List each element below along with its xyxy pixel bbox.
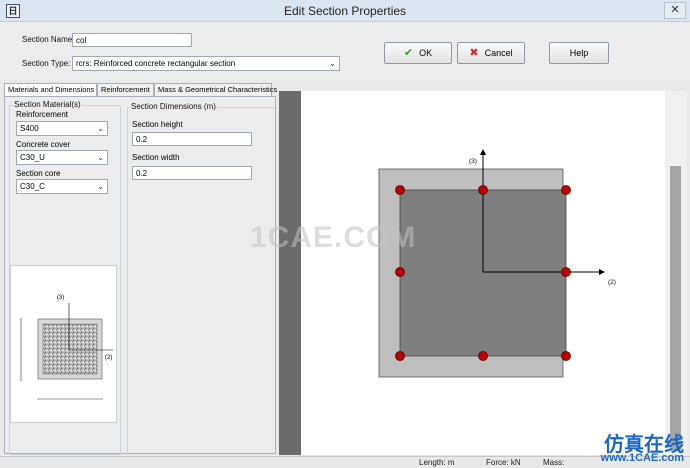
ok-button[interactable]: ✔ OK bbox=[384, 42, 452, 64]
section-type-value: rcrs: Reinforced concrete rectangular se… bbox=[76, 59, 236, 68]
section-type-label: Section Type: bbox=[22, 59, 71, 68]
section-core-select[interactable]: C30_C ⌄ bbox=[16, 179, 108, 194]
status-length: Length: m bbox=[419, 458, 455, 467]
close-button[interactable]: ✕ bbox=[664, 2, 686, 19]
rebar-top-left bbox=[395, 185, 405, 195]
tab-materials-and-dimensions[interactable]: Materials and Dimensions bbox=[4, 83, 97, 97]
chevron-down-icon: ⌄ bbox=[97, 153, 104, 162]
section-width-input[interactable]: 0.2 bbox=[132, 166, 252, 180]
section-drawing: (3) (2) bbox=[378, 149, 616, 378]
header-area: Section Name: col Section Type: rcrs: Re… bbox=[0, 22, 690, 80]
cancel-button[interactable]: ✖ Cancel bbox=[457, 42, 525, 64]
section-type-select[interactable]: rcrs: Reinforced concrete rectangular se… bbox=[72, 56, 340, 71]
section-core-value: C30_C bbox=[20, 182, 45, 191]
reinforcement-select[interactable]: S400 ⌄ bbox=[16, 121, 108, 136]
rebar-bottom-middle bbox=[478, 351, 488, 361]
rebar-bottom-left bbox=[395, 351, 405, 361]
section-name-input[interactable]: col bbox=[72, 33, 192, 47]
tab-mass-geometrical[interactable]: Mass & Geometrical Characteristics bbox=[154, 83, 277, 96]
ok-label: OK bbox=[419, 48, 433, 58]
rebar-middle-left bbox=[395, 267, 405, 277]
vertical-scrollbar[interactable] bbox=[665, 91, 687, 455]
materials-group-title: Section Material(s) bbox=[13, 100, 82, 109]
dimensions-group-title: Section Dimensions (m) bbox=[130, 102, 217, 111]
concrete-cover-select[interactable]: C30_U ⌄ bbox=[16, 150, 108, 165]
materials-panel: Section Material(s) Reinforcement S400 ⌄… bbox=[4, 96, 277, 455]
status-mass: Mass: bbox=[543, 458, 565, 467]
concrete-cover-value: C30_U bbox=[20, 153, 45, 162]
section-name-label: Section Name: bbox=[22, 35, 75, 44]
status-bar: Length: m Force: kN Mass: bbox=[0, 456, 690, 468]
rebar-top-right bbox=[561, 185, 571, 195]
reinforcement-value: S400 bbox=[20, 124, 39, 133]
help-button[interactable]: Help bbox=[549, 42, 609, 64]
rebar-middle-right bbox=[561, 267, 571, 277]
rebar-top-middle bbox=[478, 185, 488, 195]
section-preview: (3) (2) bbox=[10, 265, 117, 423]
brand-url: www.1CAE.com bbox=[600, 452, 684, 464]
status-force: Force: kN bbox=[486, 458, 521, 467]
cancel-label: Cancel bbox=[484, 48, 513, 58]
title-bar: 日 Edit Section Properties ✕ bbox=[0, 0, 690, 22]
cross-icon: ✖ bbox=[469, 47, 479, 59]
preview-axis-2: (2) bbox=[105, 355, 112, 361]
reinforcement-label: Reinforcement bbox=[16, 110, 69, 119]
axis-3-label: (3) bbox=[469, 158, 477, 165]
chevron-down-icon: ⌄ bbox=[329, 59, 336, 68]
rebar-bottom-right bbox=[561, 351, 571, 361]
chevron-down-icon: ⌄ bbox=[97, 124, 104, 133]
section-height-input[interactable]: 0.2 bbox=[132, 132, 252, 146]
section-width-label: Section width bbox=[132, 153, 180, 162]
section-view: (3) (2) bbox=[279, 91, 687, 455]
section-core-label: Section core bbox=[16, 169, 61, 178]
section-canvas[interactable]: (3) (2) bbox=[301, 91, 665, 455]
concrete-cover-label: Concrete cover bbox=[16, 140, 71, 149]
preview-drawing: (3) (2) bbox=[20, 295, 113, 400]
axis-2-label: (2) bbox=[608, 279, 616, 286]
scrollbar-thumb[interactable] bbox=[670, 166, 681, 450]
window-title: Edit Section Properties bbox=[283, 4, 407, 18]
preview-axis-3: (3) bbox=[57, 295, 64, 301]
preview-core bbox=[42, 323, 98, 375]
section-height-label: Section height bbox=[132, 120, 183, 129]
watermark-text: 1CAE.COM bbox=[250, 221, 417, 254]
checkmark-icon: ✔ bbox=[403, 47, 414, 59]
tab-reinforcement[interactable]: Reinforcement bbox=[97, 83, 154, 96]
chevron-down-icon: ⌄ bbox=[97, 182, 104, 191]
